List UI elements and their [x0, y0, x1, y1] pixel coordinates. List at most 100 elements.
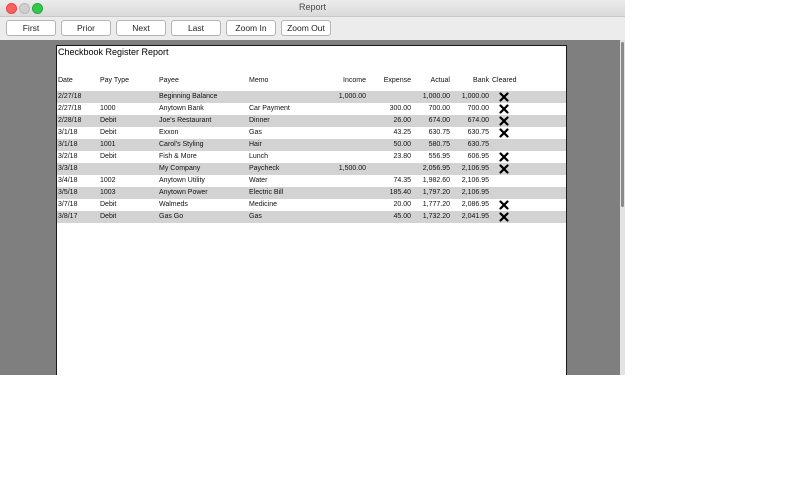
- cell-payee: Carol's Styling: [159, 141, 204, 148]
- x-mark-icon: [499, 200, 509, 210]
- table-row: 2/28/18 Debit Joe's Restaurant Dinner 26.00 6…: [57, 115, 566, 127]
- column-header-expense: Expense: [383, 77, 411, 84]
- column-header-memo: Memo: [249, 77, 269, 84]
- cell-memo: Lunch: [249, 153, 269, 160]
- cell-paytype: Debit: [100, 213, 117, 220]
- cell-payee: Anytown Bank: [159, 105, 204, 112]
- cell-memo: Hair: [249, 141, 262, 148]
- report-window: Report First Prior Next Last Zoom In Zoo…: [0, 0, 625, 375]
- cell-bank: 2,106.95: [461, 189, 489, 196]
- cell-payee: Joe's Restaurant: [159, 117, 212, 124]
- x-mark-icon: [499, 152, 509, 162]
- cell-date: 3/5/18: [58, 189, 78, 196]
- cell-memo: Paycheck: [249, 165, 280, 172]
- cell-date: 3/3/18: [58, 165, 78, 172]
- cell-memo: Water: [249, 177, 268, 184]
- cell-memo: Car Payment: [249, 105, 290, 112]
- cell-payee: Anytown Power: [159, 189, 208, 196]
- x-mark-icon: [499, 164, 509, 174]
- column-header-payee: Payee: [159, 77, 179, 84]
- cell-memo: Dinner: [249, 117, 270, 124]
- report-title: Checkbook Register Report: [58, 47, 169, 57]
- cell-payee: Anytown Utility: [159, 177, 205, 184]
- cell-date: 3/1/18: [58, 141, 78, 148]
- cell-actual: 630.75: [428, 129, 450, 136]
- column-header-pay-type: Pay Type: [100, 77, 130, 84]
- column-header-cleared: Cleared: [492, 77, 517, 84]
- table-row: 3/5/18 1003 Anytown Power Electric Bill 185.…: [57, 187, 566, 199]
- cell-expense: 74.35: [393, 177, 411, 184]
- window-title: Report: [298, 2, 326, 12]
- column-header-actual: Actual: [430, 77, 450, 84]
- cell-actual: 2,056.95: [422, 165, 450, 172]
- cell-expense: 43.25: [393, 129, 411, 136]
- cell-payee: Exxon: [159, 129, 179, 136]
- cell-expense: 20.00: [393, 201, 411, 208]
- zoom-in-button[interactable]: Zoom In: [226, 20, 276, 36]
- cell-expense: 26.00: [393, 117, 411, 124]
- report-page: Checkbook Register Report Date Pay Type …: [56, 45, 567, 375]
- cell-payee: Walmeds: [159, 201, 188, 208]
- cell-expense: 23.80: [393, 153, 411, 160]
- cell-paytype: Debit: [100, 117, 117, 124]
- cell-income: 1,500.00: [338, 165, 366, 172]
- cell-expense: 45.00: [393, 213, 411, 220]
- prior-button[interactable]: Prior: [61, 20, 111, 36]
- x-mark-icon: [499, 128, 509, 138]
- cell-actual: 1,797.20: [422, 189, 450, 196]
- cell-actual: 674.00: [428, 117, 450, 124]
- cell-date: 3/7/18: [58, 201, 78, 208]
- cell-date: 2/28/18: [58, 117, 82, 124]
- cell-payee: My Company: [159, 165, 201, 172]
- cell-expense: 50.00: [393, 141, 411, 148]
- cell-actual: 1,777.20: [422, 201, 450, 208]
- cell-payee: Fish & More: [159, 153, 197, 160]
- cell-paytype: 1002: [100, 177, 116, 184]
- cell-date: 2/27/18: [58, 93, 82, 100]
- table-row: 3/4/18 1002 Anytown Utility Water 74.35 1,982…: [57, 175, 566, 187]
- cell-bank: 2,106.95: [461, 177, 489, 184]
- x-mark-icon: [499, 92, 509, 102]
- table-row: 2/27/18 Beginning Balance 1,000.00 1,000.00…: [57, 91, 566, 103]
- cell-date: 3/1/18: [58, 129, 78, 136]
- last-button[interactable]: Last: [171, 20, 221, 36]
- cell-actual: 700.00: [428, 105, 450, 112]
- toolbar: First Prior Next Last Zoom In Zoom Out: [0, 17, 625, 39]
- cell-actual: 1,732.20: [422, 213, 450, 220]
- cell-bank: 1,000.00: [461, 93, 489, 100]
- cell-paytype: 1000: [100, 105, 116, 112]
- cell-paytype: Debit: [100, 201, 117, 208]
- cell-payee: Gas Go: [159, 213, 184, 220]
- column-header-date: Date: [58, 77, 73, 84]
- cell-actual: 556.95: [428, 153, 450, 160]
- table-row: 3/2/18 Debit Fish & More Lunch 23.80 556.95 60…: [57, 151, 566, 163]
- cell-bank: 630.75: [467, 141, 489, 148]
- cell-memo: Electric Bill: [249, 189, 284, 196]
- cell-memo: Gas: [249, 213, 262, 220]
- cell-date: 3/2/18: [58, 153, 78, 160]
- cell-paytype: Debit: [100, 129, 117, 136]
- cell-actual: 1,000.00: [422, 93, 450, 100]
- cell-bank: 2,041.95: [461, 213, 489, 220]
- cell-bank: 630.75: [467, 129, 489, 136]
- cell-income: 1,000.00: [338, 93, 366, 100]
- cell-paytype: 1003: [100, 189, 116, 196]
- cell-bank: 700.00: [467, 105, 489, 112]
- table-row: 3/3/18 My Company Paycheck 1,500.00 2,056.95…: [57, 163, 566, 175]
- vertical-scrollbar[interactable]: [620, 40, 625, 375]
- column-header-bank: Bank: [473, 77, 489, 84]
- report-viewport[interactable]: Checkbook Register Report Date Pay Type …: [0, 40, 620, 375]
- x-mark-icon: [499, 104, 509, 114]
- x-mark-icon: [499, 212, 509, 222]
- cell-memo: Medicine: [249, 201, 278, 208]
- title-bar[interactable]: Report: [0, 0, 625, 17]
- next-button[interactable]: Next: [116, 20, 166, 36]
- cell-bank: 2,106.95: [461, 165, 489, 172]
- cell-date: 3/8/17: [58, 213, 78, 220]
- cell-payee: Beginning Balance: [159, 93, 218, 100]
- scrollbar-thumb[interactable]: [621, 42, 624, 207]
- first-button[interactable]: First: [6, 20, 56, 36]
- cell-paytype: Debit: [100, 153, 117, 160]
- x-mark-icon: [499, 116, 509, 126]
- zoom-out-button[interactable]: Zoom Out: [281, 20, 331, 36]
